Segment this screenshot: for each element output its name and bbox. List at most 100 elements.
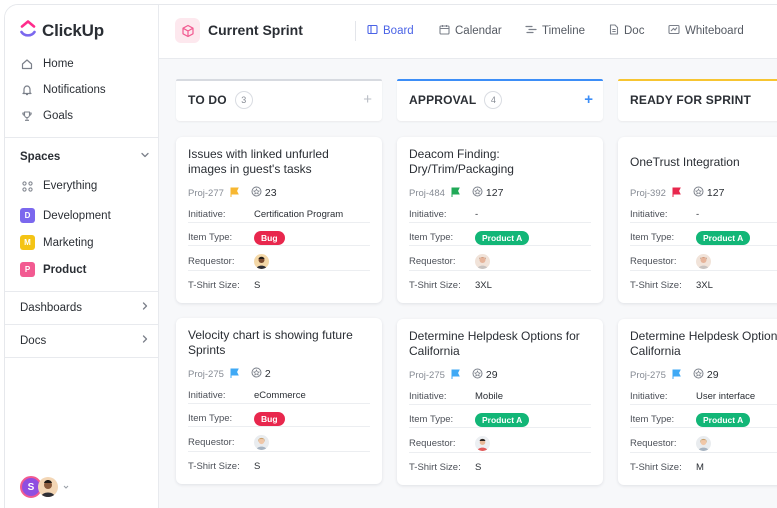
column-header-approval[interactable]: APPROVAL 4 + — [397, 79, 603, 121]
chevron-right-icon — [140, 301, 150, 314]
field-value[interactable]: 3XL — [696, 280, 713, 291]
avatar[interactable] — [696, 254, 711, 269]
task-card[interactable]: Deacom Finding: Dry/Trim/Packaging Proj-… — [397, 137, 603, 303]
flag-icon[interactable] — [672, 187, 681, 200]
points-value: 2 — [264, 368, 271, 380]
field-item-type: Item Type: Product A — [409, 230, 591, 245]
avatar[interactable] — [475, 436, 490, 451]
story-points[interactable]: 29 — [693, 368, 719, 382]
space-development[interactable]: D Development — [20, 208, 111, 223]
task-title[interactable]: Velocity chart is showing future Sprints — [188, 328, 370, 358]
chevron-down-icon[interactable] — [140, 150, 150, 163]
sidebar-item-home[interactable]: Home — [20, 57, 74, 71]
field-divider — [409, 270, 591, 271]
space-badge: D — [20, 208, 35, 223]
task-meta: Proj-275 2 — [188, 367, 370, 381]
flag-icon[interactable] — [451, 187, 460, 200]
avatar[interactable] — [254, 254, 269, 269]
field-value[interactable]: S — [254, 280, 260, 291]
field-value[interactable]: S — [254, 461, 260, 472]
task-id: Proj-275 — [409, 369, 445, 381]
field-value[interactable]: 3XL — [475, 280, 492, 291]
task-title[interactable]: Issues with linked unfurled images in gu… — [188, 147, 370, 177]
avatar[interactable] — [696, 436, 711, 451]
flag-icon[interactable] — [672, 369, 681, 382]
task-card[interactable]: Determine Helpdesk Options for Californi… — [397, 319, 603, 485]
flag-icon[interactable] — [230, 368, 239, 381]
add-task-icon[interactable]: + — [363, 91, 372, 108]
field-size: T-Shirt Size: M — [630, 460, 777, 475]
task-title[interactable]: Determine Helpdesk Options for Californi… — [630, 329, 777, 359]
task-title[interactable]: Deacom Finding: Dry/Trim/Packaging — [409, 147, 591, 177]
tab-whiteboard[interactable]: Whiteboard — [668, 24, 744, 38]
field-value[interactable]: Mobile — [475, 391, 503, 402]
column-header-todo[interactable]: TO DO 3 + — [176, 79, 382, 121]
user-menu[interactable]: S — [20, 476, 70, 498]
field-label: Requestor: — [630, 438, 677, 449]
task-card[interactable]: Determine Helpdesk Options for Californi… — [618, 319, 777, 485]
spaces-header[interactable]: Spaces — [20, 150, 150, 163]
sidebar-item-goals[interactable]: Goals — [20, 109, 73, 123]
story-points[interactable]: 23 — [251, 186, 277, 200]
field-value[interactable]: User interface — [696, 391, 755, 402]
item-type-pill[interactable]: Product A — [475, 230, 530, 245]
field-value[interactable]: S — [475, 462, 481, 473]
space-product[interactable]: P Product — [20, 262, 86, 277]
field-value[interactable]: M — [696, 462, 704, 473]
field-value[interactable]: Certification Program — [254, 209, 343, 220]
tab-label: Board — [383, 25, 414, 37]
tab-label: Whiteboard — [685, 25, 744, 37]
sidebar-item-dashboards[interactable]: Dashboards — [20, 301, 150, 314]
story-points[interactable]: 127 — [472, 186, 503, 200]
flag-icon[interactable] — [230, 187, 239, 200]
tab-board[interactable]: Board — [367, 24, 414, 38]
add-task-icon[interactable]: + — [584, 91, 593, 108]
docs-label: Docs — [20, 334, 47, 347]
item-type-pill[interactable]: Product A — [696, 412, 751, 427]
item-type-pill[interactable]: Bug — [254, 411, 285, 426]
story-points[interactable]: 29 — [472, 368, 498, 382]
item-type-pill[interactable]: Bug — [254, 230, 285, 245]
item-type-pill[interactable]: Product A — [696, 230, 751, 245]
doc-icon — [609, 24, 619, 38]
tab-timeline[interactable]: Timeline — [525, 24, 585, 38]
task-id: Proj-275 — [188, 368, 224, 380]
clickup-logo[interactable]: ClickUp — [20, 20, 104, 41]
space-everything[interactable]: Everything — [20, 180, 97, 192]
chevron-right-icon — [140, 334, 150, 347]
avatar[interactable] — [475, 254, 490, 269]
task-title[interactable]: Determine Helpdesk Options for Californi… — [409, 329, 591, 359]
task-card[interactable]: OneTrust Integration Proj-392 127 Initia… — [618, 137, 777, 303]
points-icon — [251, 186, 262, 200]
column-header-ready-for-sprint[interactable]: READY FOR SPRINT — [618, 79, 777, 121]
task-card[interactable]: Issues with linked unfurled images in gu… — [176, 137, 382, 303]
field-value[interactable]: - — [696, 209, 699, 220]
task-meta: Proj-277 23 — [188, 186, 370, 200]
task-id: Proj-392 — [630, 187, 666, 199]
field-requestor: Requestor: — [630, 253, 777, 270]
field-item-type: Item Type: Bug — [188, 411, 370, 426]
space-marketing[interactable]: M Marketing — [20, 235, 94, 250]
board-icon — [367, 24, 378, 38]
bell-icon — [20, 83, 34, 97]
field-size: T-Shirt Size: 3XL — [630, 278, 777, 293]
field-label: T-Shirt Size: — [188, 280, 240, 291]
tab-doc[interactable]: Doc — [609, 24, 644, 38]
task-card[interactable]: Velocity chart is showing future Sprints… — [176, 318, 382, 484]
sidebar-item-notifications[interactable]: Notifications — [20, 83, 106, 97]
avatar[interactable] — [254, 435, 269, 450]
story-points[interactable]: 127 — [693, 186, 724, 200]
column-title: READY FOR SPRINT — [630, 93, 751, 107]
task-title[interactable]: OneTrust Integration — [630, 147, 777, 177]
story-points[interactable]: 2 — [251, 367, 271, 381]
flag-icon[interactable] — [451, 369, 460, 382]
sidebar-divider — [5, 324, 159, 325]
item-type-pill[interactable]: Product A — [475, 412, 530, 427]
space-badge: M — [20, 235, 35, 250]
tab-calendar[interactable]: Calendar — [439, 24, 502, 38]
field-value[interactable]: eCommerce — [254, 390, 306, 401]
field-value[interactable]: - — [475, 209, 478, 220]
field-label: Requestor: — [630, 256, 677, 267]
sidebar-item-docs[interactable]: Docs — [20, 334, 150, 347]
field-label: Item Type: — [409, 232, 454, 243]
